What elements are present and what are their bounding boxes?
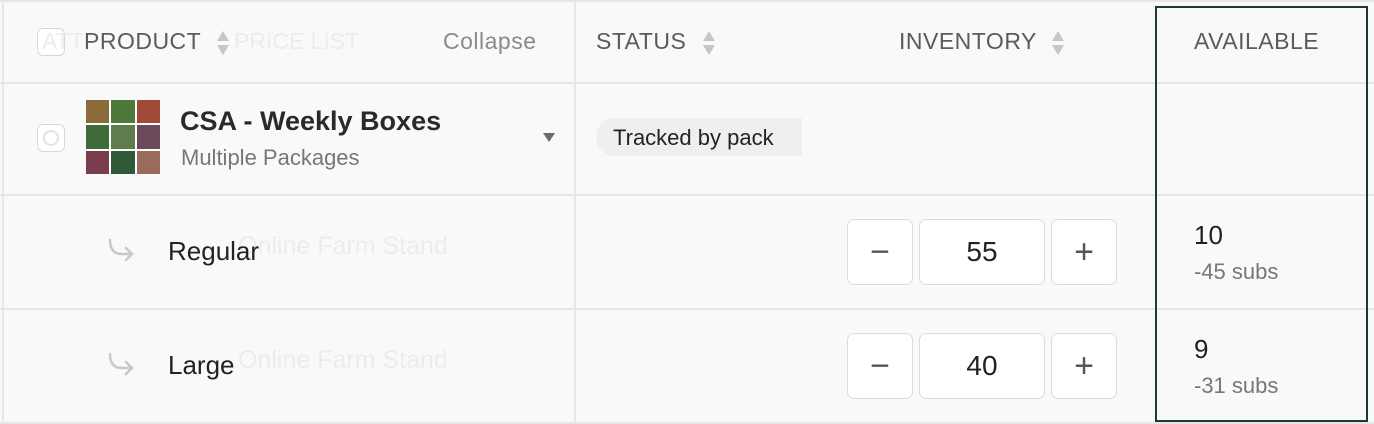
- corner-down-right-icon: [108, 238, 134, 262]
- table-border-left: [2, 0, 4, 424]
- product-column-header[interactable]: PRODUCT: [84, 28, 201, 55]
- status-column-header[interactable]: STATUS: [596, 28, 686, 55]
- variant-name: Large: [168, 350, 235, 380]
- corner-down-right-icon: [108, 352, 134, 376]
- status-pill: Tracked by pack: [596, 118, 802, 156]
- inventory-quantity-input[interactable]: 40: [919, 333, 1045, 399]
- product-name[interactable]: CSA - Weekly Boxes: [180, 106, 441, 137]
- variant-price-list: Online Farm Stand: [238, 346, 448, 374]
- variant-price-list: Online Farm Stand: [238, 232, 448, 260]
- inventory-quantity-input[interactable]: 55: [919, 219, 1045, 285]
- inventory-decrement-button[interactable]: −: [847, 333, 913, 399]
- product-row-checkbox[interactable]: [37, 124, 65, 152]
- table-border-top: [0, 0, 1374, 2]
- sort-icon[interactable]: [703, 30, 715, 56]
- sort-icon[interactable]: [1052, 30, 1064, 56]
- inventory-decrement-button[interactable]: −: [847, 219, 913, 285]
- available-column-highlight: [1155, 6, 1368, 422]
- inventory-increment-button[interactable]: +: [1051, 333, 1117, 399]
- product-thumbnail: [86, 100, 160, 174]
- variant-name: Regular: [168, 236, 260, 266]
- column-divider: [574, 0, 576, 424]
- caret-down-icon[interactable]: [542, 132, 556, 144]
- status-text: Tracked by pack: [613, 125, 774, 150]
- ghost-header-attr: ATT: [42, 28, 84, 54]
- inventory-column-header[interactable]: INVENTORY: [899, 28, 1037, 55]
- collapse-button[interactable]: Collapse: [443, 28, 537, 55]
- inventory-increment-button[interactable]: +: [1051, 219, 1117, 285]
- sort-icon[interactable]: [217, 30, 229, 56]
- inventory-table: ATT PRODUCT PRICE LIST Collapse STATUS I…: [0, 0, 1374, 424]
- product-subtitle: Multiple Packages: [181, 145, 360, 170]
- ghost-header-price-list: PRICE LIST: [234, 28, 360, 54]
- partial-select-icon: [43, 130, 59, 146]
